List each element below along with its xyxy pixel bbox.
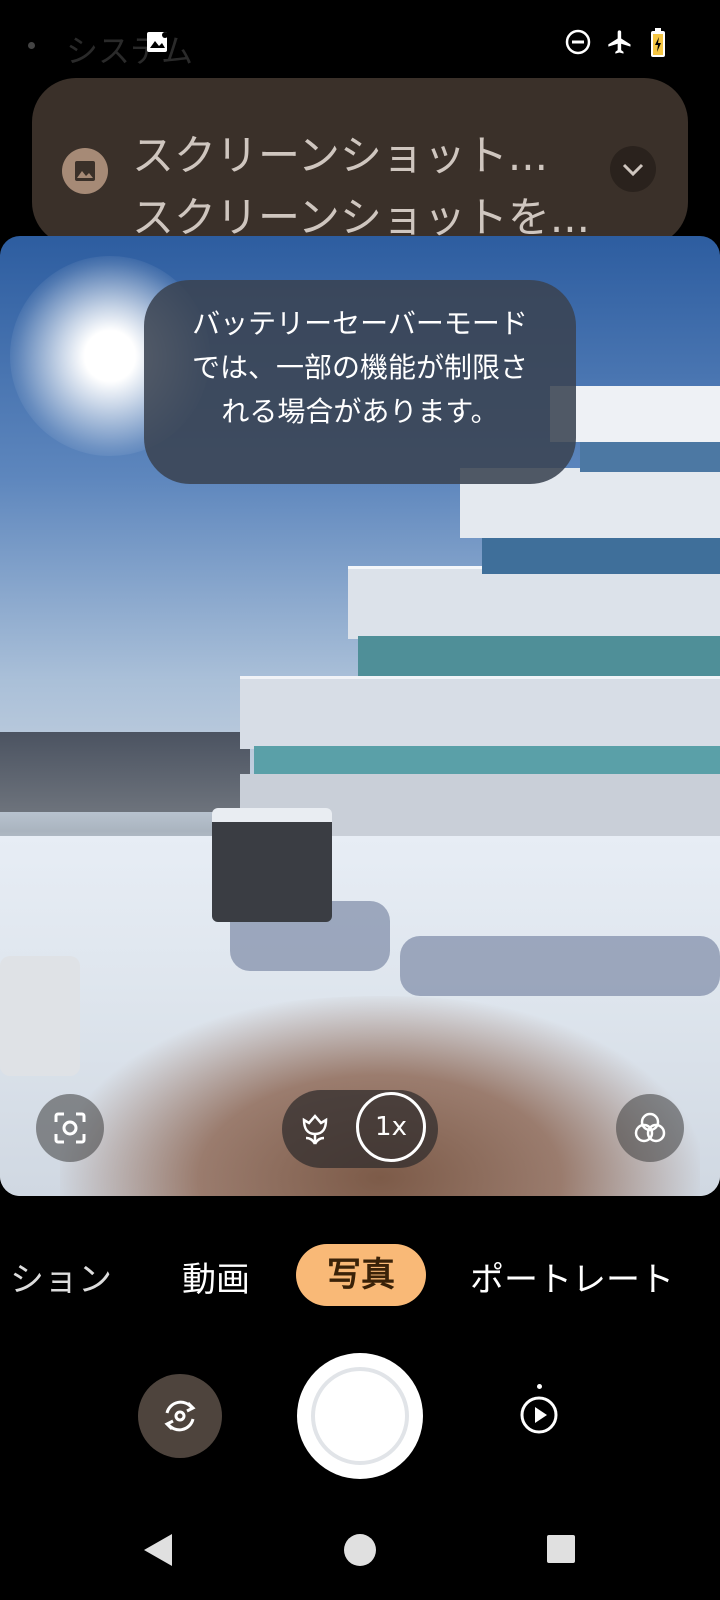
google-lens-icon [54,1112,86,1144]
screenshot-notification[interactable]: スクリーンショット... スクリーンショットを... [32,78,688,246]
status-system-label: システム [66,32,194,70]
gallery-indicator-dot [537,1384,542,1389]
truck [0,956,80,1076]
notification-dot [28,42,35,49]
screenshot-icon [147,32,168,52]
gallery-play-icon[interactable] [518,1394,560,1436]
mode-video[interactable]: 動画 [182,1252,250,1301]
filters-icon [634,1112,666,1143]
flip-camera-button[interactable] [138,1374,222,1458]
zoom-1x-button[interactable]: 1x [356,1092,426,1162]
home-circle-icon[interactable] [342,1532,378,1568]
lens-button[interactable] [36,1094,104,1162]
filters-button[interactable] [616,1094,684,1162]
mode-carousel[interactable]: ション 動画 写真 ポートレート [0,1244,720,1308]
zoom-control[interactable]: 1x [282,1090,438,1168]
macro-flower-icon[interactable] [298,1110,332,1148]
status-bar: システム [0,0,720,86]
battery-saver-toast: バッテリーセーバーモードでは、一部の機能が制限される場合があります。 [144,280,576,484]
back-triangle-icon[interactable] [142,1532,176,1568]
do-not-disturb-icon [565,29,591,55]
shutter-button[interactable] [297,1353,423,1479]
mode-photo-active[interactable]: 写真 [296,1244,426,1306]
trailer [212,808,332,922]
background-hill [0,732,250,812]
screenshot-app-icon [62,148,108,194]
expand-notification-button[interactable] [610,146,656,192]
building-tier-2 [348,566,720,676]
recents-square-icon[interactable] [546,1534,576,1564]
notification-title: スクリーンショット... [132,131,548,180]
mode-portrait[interactable]: ポートレート [470,1252,674,1301]
chevron-down-icon [622,163,644,177]
flip-camera-icon [164,1400,196,1432]
battery-saver-icon [651,28,665,57]
shutter-inner-ring [311,1367,409,1465]
mode-motion[interactable]: ション [10,1252,112,1301]
navigation-bar [0,1520,720,1590]
shadow [400,936,720,996]
camera-viewfinder[interactable]: バッテリーセーバーモードでは、一部の機能が制限される場合があります。 [0,236,720,1196]
building-tier-3 [460,468,720,578]
airplane-mode-icon [608,30,631,54]
